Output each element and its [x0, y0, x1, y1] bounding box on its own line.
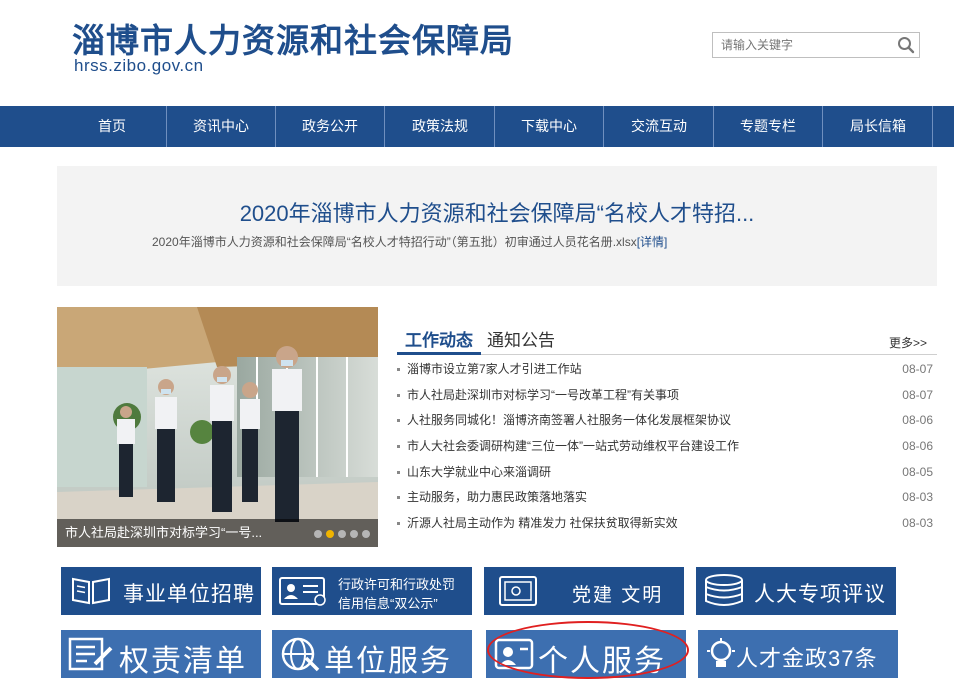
slider-dot-active[interactable] [326, 530, 334, 538]
news-title[interactable]: 山东大学就业中心来淄调研 [407, 460, 551, 486]
nav-gov-affairs[interactable]: 政务公开 [276, 106, 385, 147]
search-icon[interactable] [897, 36, 915, 54]
tile-double-publicity[interactable]: 行政许可和行政处罚 信用信息“双公示” [272, 567, 472, 615]
database-icon [705, 574, 743, 606]
tile-label: 党建 文明 [572, 585, 664, 606]
news-title[interactable]: 人社服务同城化！淄博济南签署人社服务一体化发展框架协议 [407, 408, 731, 434]
news-title[interactable]: 市人社局赴深圳市对标学习“一号改革工程”有关事项 [407, 383, 679, 409]
news-date: 08-03 [902, 516, 933, 531]
headline-title[interactable]: 2020年淄博市人力资源和社会保障局“名校人才特招... [57, 196, 937, 228]
slider-dot[interactable] [362, 530, 370, 538]
news-item[interactable]: 市人社局赴深圳市对标学习“一号改革工程”有关事项 08-07 [397, 383, 937, 409]
bullet-icon [397, 445, 400, 449]
lightbulb-icon [707, 638, 735, 667]
news-date: 08-06 [902, 439, 933, 454]
nav-topics[interactable]: 专题专栏 [714, 106, 823, 147]
more-link[interactable]: 更多>> [889, 334, 927, 351]
photo-caption[interactable]: 市人社局赴深圳市对标学习“一号... [65, 522, 262, 541]
news-date: 08-03 [902, 490, 933, 505]
tile-unit-services[interactable]: 单位服务 [272, 630, 472, 678]
tab-work-news[interactable]: 工作动态 [405, 326, 473, 351]
active-tab-underline [397, 352, 481, 355]
tile-label: 人才金政37条 [736, 646, 878, 671]
news-item[interactable]: 沂源人社局主动作为 精准发力 社保扶贫取得新实效 08-03 [397, 511, 937, 537]
nav-director-mailbox[interactable]: 局长信箱 [824, 106, 933, 147]
news-title[interactable]: 沂源人社局主动作为 精准发力 社保扶贫取得新实效 [407, 511, 678, 537]
news-title[interactable]: 主动服务，助力惠民政策落地落实 [407, 485, 587, 511]
news-item[interactable]: 山东大学就业中心来淄调研 08-05 [397, 460, 937, 486]
headline-banner: 2020年淄博市人力资源和社会保障局“名校人才特招... 2020年淄博市人力资… [57, 166, 937, 286]
news-date: 08-07 [902, 387, 933, 402]
tile-label: 单位服务 [324, 645, 452, 678]
tile-party-building[interactable]: 党建 文明 [484, 567, 684, 615]
news-title[interactable]: 市人大社会委调研构建“三位一体”一站式劳动维权平台建设工作 [407, 434, 739, 460]
nav-download[interactable]: 下载中心 [495, 106, 604, 147]
news-photo [57, 307, 378, 547]
news-item[interactable]: 淄博市设立第7家人才引进工作站 08-07 [397, 357, 937, 383]
headline-subtitle: 2020年淄博市人力资源和社会保障局“名校人才特招行动”（第五批）初审通过人员花… [152, 233, 667, 250]
tile-label: 人大专项评议 [754, 583, 886, 606]
news-title[interactable]: 淄博市设立第7家人才引进工作站 [407, 357, 582, 383]
site-title[interactable]: 淄博市人力资源和社会保障局 [72, 14, 514, 62]
news-date: 08-06 [902, 413, 933, 428]
news-panel: 工作动态 通知公告 更多>> 淄博市设立第7家人才引进工作站 08-07 市人社局… [397, 320, 937, 550]
bullet-icon [397, 393, 400, 397]
nav-home[interactable]: 首页 [58, 106, 167, 147]
tile-npc-review[interactable]: 人大专项评议 [696, 567, 896, 615]
tile-label: 行政许可和行政处罚 [338, 577, 456, 592]
globe-icon [281, 637, 320, 672]
person-card-icon [494, 638, 534, 670]
news-item[interactable]: 市人大社会委调研构建“三位一体”一站式劳动维权平台建设工作 08-06 [397, 434, 937, 460]
safe-icon [499, 576, 537, 606]
news-date: 08-05 [902, 464, 933, 479]
tile-label: 个人服务 [538, 645, 666, 678]
id-card-icon [279, 577, 326, 606]
bullet-icon [397, 368, 400, 371]
tile-personal-services[interactable]: 个人服务 [486, 630, 686, 678]
news-item[interactable]: 人社服务同城化！淄博济南签署人社服务一体化发展框架协议 08-06 [397, 408, 937, 434]
news-tabs: 工作动态 通知公告 更多>> [397, 320, 937, 355]
bullet-icon [397, 496, 400, 500]
tile-talent-policy[interactable]: 人才金政37条 [698, 630, 898, 678]
detail-link[interactable]: [详情] [637, 235, 668, 249]
checklist-icon [68, 637, 113, 671]
nav-news-center[interactable]: 资讯中心 [167, 106, 276, 147]
slider-dots [314, 530, 370, 538]
search-input[interactable] [713, 33, 893, 57]
slider-dot[interactable] [350, 530, 358, 538]
tile-power-list[interactable]: 权责清单 [61, 630, 261, 678]
nav-interaction[interactable]: 交流互动 [605, 106, 714, 147]
nav-policy[interactable]: 政策法规 [386, 106, 495, 147]
tile-label: 事业单位招聘 [123, 583, 255, 606]
search-box [712, 32, 920, 58]
bullet-icon [397, 522, 400, 526]
tile-label-line2: 信用信息“双公示” [338, 596, 438, 611]
site-domain: hrss.zibo.gov.cn [74, 56, 204, 75]
slider-dot[interactable] [314, 530, 322, 538]
news-list: 淄博市设立第7家人才引进工作站 08-07 市人社局赴深圳市对标学习“一号改革工程… [397, 357, 937, 537]
bullet-icon [397, 470, 400, 474]
news-item[interactable]: 主动服务，助力惠民政策落地落实 08-03 [397, 485, 937, 511]
bullet-icon [397, 419, 400, 423]
site-header: 淄博市人力资源和社会保障局 hrss.zibo.gov.cn [0, 0, 954, 106]
tile-label: 权责清单 [119, 645, 247, 678]
news-photo-slider[interactable]: 市人社局赴深圳市对标学习“一号... [57, 307, 378, 547]
tab-notices[interactable]: 通知公告 [487, 326, 555, 351]
tile-institution-recruitment[interactable]: 事业单位招聘 [61, 567, 261, 615]
news-date: 08-07 [902, 362, 933, 376]
main-nav: 首页 资讯中心 政务公开 政策法规 下载中心 交流互动 专题专栏 局长信箱 [0, 106, 954, 147]
slider-dot[interactable] [338, 530, 346, 538]
headline-subtitle-text: 2020年淄博市人力资源和社会保障局“名校人才特招行动”（第五批）初审通过人员花… [152, 235, 637, 249]
book-icon [72, 577, 110, 605]
